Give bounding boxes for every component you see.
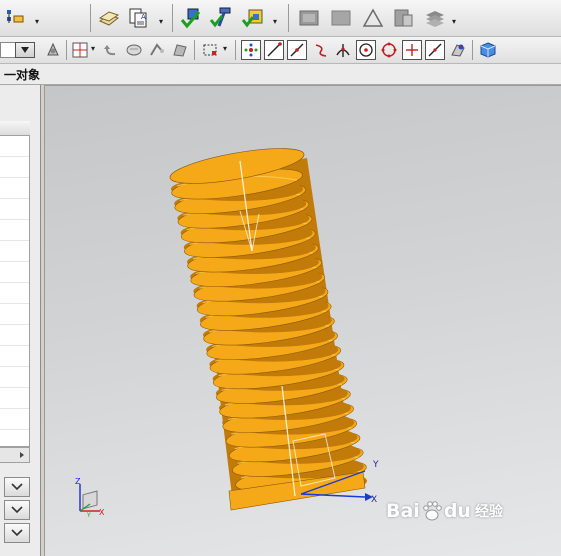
list-item[interactable]: [0, 136, 29, 157]
check-box-icon[interactable]: [178, 5, 204, 31]
snap-circle-center-icon[interactable]: [356, 40, 376, 60]
triad-z-label: Z: [75, 477, 81, 486]
snap-point-dropdown-arrow-icon[interactable]: ▾: [91, 44, 95, 53]
undo-arrow-icon[interactable]: [101, 40, 121, 60]
view-wire-box-icon[interactable]: [328, 5, 354, 31]
watermark-brand: Bai: [386, 500, 420, 522]
rect-select-icon[interactable]: [200, 40, 220, 60]
selection-filter-icon[interactable]: [43, 40, 63, 60]
solid-cube-icon[interactable]: [478, 40, 498, 60]
toolbar-separator: [235, 40, 236, 60]
list-item[interactable]: [0, 367, 29, 388]
check-hammer-icon[interactable]: [208, 5, 234, 31]
watermark-sub: 经验: [474, 504, 503, 520]
navigator-column-header[interactable]: [0, 121, 30, 136]
list-item[interactable]: [0, 178, 29, 199]
toolbar-separator: [66, 40, 67, 60]
toolbar-separator: [90, 4, 91, 32]
list-item[interactable]: [0, 262, 29, 283]
part-navigator-title: 一对象: [4, 68, 41, 82]
layer-folder-icon[interactable]: [96, 5, 122, 31]
view-triad: Z X Y: [75, 477, 105, 519]
rect-select-dropdown-arrow-icon[interactable]: ▾: [223, 44, 227, 53]
toolbar-separator: [288, 4, 289, 32]
section-view-icon[interactable]: [390, 5, 416, 31]
list-item[interactable]: [0, 346, 29, 367]
list-item[interactable]: [0, 199, 29, 220]
list-item[interactable]: [0, 283, 29, 304]
snap-endpoint-icon[interactable]: [241, 40, 261, 60]
assembly-dropdown-arrow-icon[interactable]: ▾: [35, 17, 39, 26]
paste-document-icon[interactable]: A: [126, 5, 152, 31]
snap-curve-icon[interactable]: [311, 40, 331, 60]
triad-x-label: X: [99, 508, 105, 517]
face-select-icon[interactable]: [170, 40, 190, 60]
snap-point-on-curve-icon[interactable]: [402, 40, 422, 60]
navigator-list: [0, 135, 30, 451]
type-filter-select[interactable]: [0, 42, 16, 58]
triad-y-label: Y: [86, 512, 91, 519]
layers-dropdown-arrow-icon[interactable]: ▾: [452, 17, 456, 26]
list-item[interactable]: [0, 325, 29, 346]
list-item[interactable]: [0, 241, 29, 262]
snap-line-end-icon[interactable]: [287, 40, 307, 60]
toolbar-separator: [194, 40, 195, 60]
snap-tangent-icon[interactable]: [448, 40, 468, 60]
paste-dropdown-arrow-icon[interactable]: ▾: [159, 17, 163, 26]
section-expand-button[interactable]: [4, 523, 30, 543]
baidu-watermark: Bai du 经验: [386, 500, 503, 522]
local-y-label: Y: [372, 460, 379, 470]
assembly-tree-icon[interactable]: [2, 5, 28, 31]
main-toolbar: ▾ A ▾ ▾ ▾: [0, 0, 561, 37]
watermark-paw-text: du: [443, 500, 471, 522]
check-component-icon[interactable]: [240, 5, 266, 31]
snap-intersection-icon[interactable]: [333, 40, 353, 60]
local-x-label: X: [371, 495, 377, 505]
check-dropdown-arrow-icon[interactable]: ▾: [273, 17, 277, 26]
graphics-viewport[interactable]: X Y Z X Y: [44, 85, 561, 556]
list-item[interactable]: [0, 409, 29, 430]
part-navigator-panel: [0, 85, 41, 556]
horizontal-scrollbar[interactable]: [0, 447, 30, 463]
screw-thread-group: [169, 148, 367, 511]
list-item[interactable]: [0, 157, 29, 178]
triangle-icon[interactable]: [360, 5, 386, 31]
snap-midpoint-icon[interactable]: [425, 40, 445, 60]
section-expand-button[interactable]: [4, 500, 30, 520]
navigator-header: 一对象: [0, 64, 561, 85]
type-filter-dropdown-button[interactable]: [15, 42, 35, 58]
paw-icon: [421, 500, 443, 522]
view-shaded-box-icon[interactable]: [296, 5, 322, 31]
snap-quadrant-icon[interactable]: [379, 40, 399, 60]
layers-stack-icon[interactable]: [422, 5, 448, 31]
svg-text:A: A: [141, 13, 146, 21]
list-item[interactable]: [0, 388, 29, 409]
toolbar-separator: [172, 4, 173, 32]
list-item[interactable]: [0, 220, 29, 241]
snap-point-icon[interactable]: [70, 40, 90, 60]
section-expand-button[interactable]: [4, 477, 30, 497]
lasso-select-icon[interactable]: [124, 40, 144, 60]
snap-line-icon[interactable]: [264, 40, 284, 60]
edge-select-icon[interactable]: [147, 40, 167, 60]
threaded-screw-model[interactable]: X Y Z X Y: [45, 86, 561, 556]
toolbar-separator: [472, 40, 473, 60]
list-item[interactable]: [0, 304, 29, 325]
